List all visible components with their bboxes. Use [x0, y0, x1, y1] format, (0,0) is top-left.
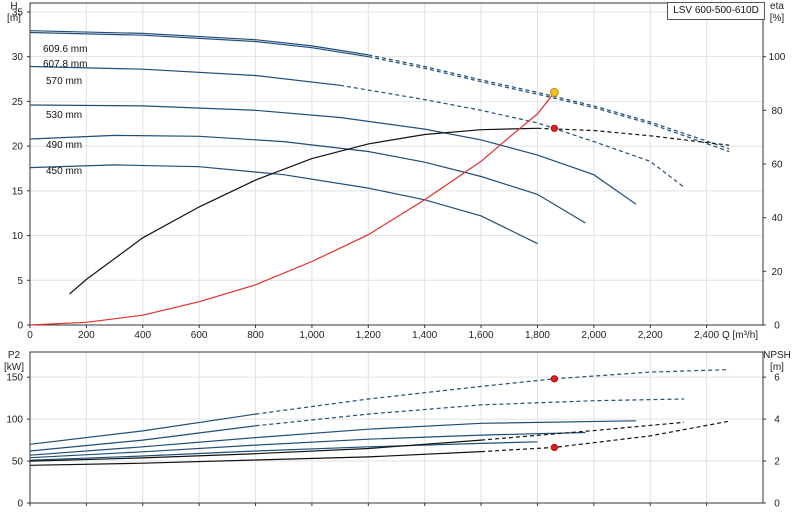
- top-operating-point-marker: [549, 88, 559, 97]
- top-y2tick-label: 0: [774, 321, 780, 332]
- top-y2tick-label: 20: [771, 267, 783, 278]
- top-ytick-label: 5: [17, 276, 23, 287]
- xtick-label: 2,200: [638, 330, 663, 341]
- curve-570-mm-extension: [340, 84, 685, 188]
- top-operating-point-marker: [550, 124, 558, 132]
- curve-label-530-mm: 530 mm: [46, 110, 82, 121]
- top-ytick-label: 15: [12, 186, 24, 197]
- bottom-ytick-label: 50: [12, 457, 24, 468]
- curve-label-609_6-mm: 609.6 mm: [43, 44, 87, 55]
- xtick-label: 1,200: [356, 330, 381, 341]
- xtick-label: 800: [247, 330, 264, 341]
- bottom-ytick-label: 100: [6, 415, 23, 426]
- bottom-y2tick-label: 0: [774, 499, 780, 510]
- bottom-axes: 0 50 100 150 0 2 4 6 P2[kW] NPSH[m]: [4, 350, 791, 510]
- top-series: [29, 30, 730, 326]
- top-y2tick-label: 60: [771, 160, 783, 171]
- xtick-label: 1,000: [299, 330, 324, 341]
- bottom-operating-point-marker: [550, 375, 558, 383]
- curve-bottom-series-6-extension: [481, 421, 685, 441]
- x-axis-label: Q [m³/h]: [722, 330, 758, 341]
- bottom-y-axis-label: P2: [8, 350, 21, 361]
- curve-bottom-series-1-extension: [255, 398, 685, 427]
- curve-labels: 609.6 mm 607.8 mm 570 mm 530 mm 490 mm 450 mm: [43, 44, 87, 177]
- curve-label-607_8-mm: 607.8 mm: [43, 59, 87, 70]
- curve-607_8-mm-extension: [368, 56, 730, 153]
- bottom-ytick-label: 0: [17, 499, 23, 510]
- curve-top-series-7: [29, 92, 555, 326]
- bottom-y2tick-label: 2: [774, 457, 780, 468]
- top-ytick-label: 20: [12, 142, 24, 153]
- pump-curve-chart: 0 5 10 15 20 25 30 35 0 20 40 60 80 100 0 200 400 600 800 1…: [0, 0, 800, 520]
- top-y2-axis-label: eta: [770, 1, 784, 12]
- xtick-label: 1,600: [469, 330, 494, 341]
- curve-label-490-mm: 490 mm: [46, 140, 82, 151]
- top-ytick-label: 10: [12, 231, 24, 242]
- xtick-label: 400: [134, 330, 151, 341]
- bottom-series: [29, 369, 730, 466]
- curve-490-mm: [29, 134, 586, 224]
- curve-450-mm: [29, 164, 538, 245]
- bottom-operating-point-marker: [550, 443, 558, 452]
- pump-curves-svg: 051015202530350204060801000 200 400 600 800 1…: [4, 1, 791, 510]
- model-label: LSV 600-500-610D: [667, 2, 765, 20]
- bottom-y-axis-unit: [kW]: [4, 362, 24, 373]
- bottom-y2tick-label: 4: [774, 415, 780, 426]
- curve-bottom-series-3: [29, 431, 586, 459]
- top-y-axis-label: H: [10, 1, 17, 12]
- xtick-label: 600: [191, 330, 208, 341]
- bottom-ytick-label: 150: [6, 373, 23, 384]
- top-y-axis-unit: [m]: [7, 13, 21, 24]
- curve-top-series-6: [69, 127, 538, 295]
- xtick-label: 0: [27, 330, 33, 341]
- curve-label-450-mm: 450 mm: [46, 166, 82, 177]
- curve-top-series-6-extension: [537, 127, 730, 146]
- xtick-label: 1,400: [412, 330, 437, 341]
- top-ytick-label: 30: [12, 52, 24, 63]
- bottom-y2-axis-unit: [m]: [770, 362, 784, 373]
- curve-label-570-mm: 570 mm: [46, 76, 82, 87]
- xtick-label: 2,000: [581, 330, 606, 341]
- xtick-label: 200: [78, 330, 95, 341]
- top-y2tick-label: 40: [771, 213, 783, 224]
- top-ytick-label: 0: [17, 321, 23, 332]
- top-ytick-label: 25: [12, 97, 24, 108]
- top-y2tick-label: 100: [769, 52, 786, 63]
- curve-bottom-series-4: [29, 441, 538, 461]
- top-y2-axis-unit: [%]: [770, 13, 785, 24]
- operating-point-markers: [549, 88, 559, 452]
- top-y2tick-label: 80: [771, 106, 783, 117]
- curve-bottom-series-0-extension: [255, 369, 730, 415]
- bottom-y2-axis-label: NPSH: [763, 350, 791, 361]
- xtick-label: 1,800: [525, 330, 550, 341]
- xtick-label: 2,400: [694, 330, 719, 341]
- bottom-y2tick-label: 6: [774, 373, 780, 384]
- top-axes: 051015202530350204060801000 200 400 600 800 1…: [7, 1, 786, 341]
- curve-530-mm: [29, 104, 637, 205]
